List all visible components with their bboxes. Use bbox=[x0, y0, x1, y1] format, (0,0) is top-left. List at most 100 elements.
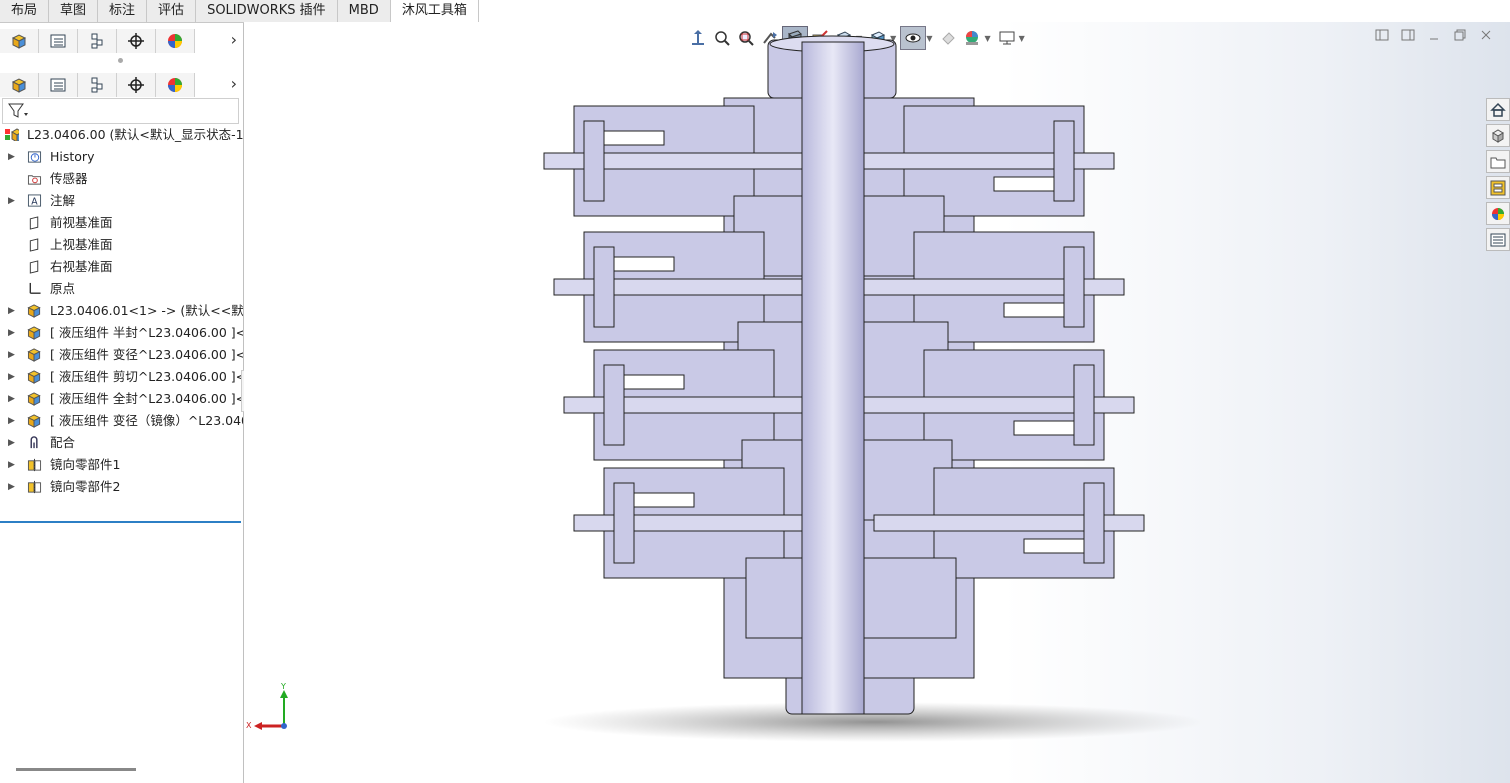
slot-right bbox=[1013, 420, 1075, 436]
tab-evaluate[interactable]: 评估 bbox=[147, 0, 197, 22]
tab-addins[interactable]: SOLIDWORKS 插件 bbox=[196, 0, 338, 22]
end-cap-left bbox=[583, 120, 605, 202]
tree-item[interactable]: 传感器 bbox=[0, 168, 243, 190]
filter-icon[interactable] bbox=[7, 101, 31, 121]
crosshair-icon bbox=[128, 33, 144, 49]
display-manager-tab[interactable] bbox=[156, 29, 195, 53]
tree-item[interactable]: ▶ History bbox=[0, 146, 243, 168]
tree-item[interactable]: ▶ [ 液压组件 剪切^L23.0406.00 ]<2> bbox=[0, 366, 243, 388]
model-render[interactable]: Y X bbox=[244, 22, 1510, 783]
subassembly-icon bbox=[27, 392, 41, 406]
tree-filter-box[interactable] bbox=[2, 98, 239, 124]
tab-layout[interactable]: 布局 bbox=[0, 0, 50, 22]
chevron-right-icon[interactable]: ▶ bbox=[8, 322, 15, 344]
tree-item[interactable]: ▶ [ 液压组件 全封^L23.0406.00 ]<2 bbox=[0, 388, 243, 410]
tree-item[interactable]: ▶ [ 液压组件 变径^L23.0406.00 ]<1 bbox=[0, 344, 243, 366]
slot-left bbox=[623, 374, 685, 390]
tree-item[interactable]: 右视基准面 bbox=[0, 256, 243, 278]
property-manager-tab-2[interactable] bbox=[39, 73, 78, 97]
tree-root[interactable]: L23.0406.00 (默认<默认_显示状态-1>) bbox=[0, 124, 243, 146]
tab-mufeng-toolbox[interactable]: 沐风工具箱 bbox=[390, 0, 479, 23]
subassembly-icon bbox=[27, 370, 41, 384]
tab-sketch[interactable]: 草图 bbox=[49, 0, 99, 22]
chevron-right-icon[interactable]: › bbox=[231, 74, 237, 93]
configuration-manager-tab-2[interactable] bbox=[78, 73, 117, 97]
appearance-ball-icon bbox=[168, 78, 182, 92]
tree-item-label: 注解 bbox=[50, 193, 76, 208]
chevron-right-icon[interactable]: ▶ bbox=[8, 388, 15, 410]
svg-text:A: A bbox=[31, 196, 38, 207]
tree-item[interactable]: ▶ [ 液压组件 变径（镜像）^L23.040 bbox=[0, 410, 243, 432]
chevron-right-icon[interactable]: ▶ bbox=[8, 146, 15, 168]
tree-item[interactable]: 上视基准面 bbox=[0, 234, 243, 256]
chevron-right-icon[interactable]: ▶ bbox=[8, 476, 15, 498]
plane-icon bbox=[29, 260, 39, 274]
chevron-right-icon[interactable]: ▶ bbox=[8, 432, 15, 454]
dimxpert-tab[interactable] bbox=[117, 29, 156, 53]
tree-item-label: [ 液压组件 变径（镜像）^L23.040 bbox=[50, 413, 243, 428]
display-manager-tab-2[interactable] bbox=[156, 73, 195, 97]
tree-item[interactable]: ▶ [ 液压组件 半封^L23.0406.00 ]<1> bbox=[0, 322, 243, 344]
property-manager-tab[interactable] bbox=[39, 29, 78, 53]
history-icon bbox=[27, 151, 42, 163]
plane-icon bbox=[29, 216, 39, 230]
dimxpert-tab-2[interactable] bbox=[117, 73, 156, 97]
chevron-right-icon[interactable]: ▶ bbox=[8, 454, 15, 476]
configuration-icon bbox=[91, 77, 103, 93]
end-cap-left bbox=[613, 482, 635, 564]
end-cap-right bbox=[1053, 120, 1075, 202]
appearance-ball-icon bbox=[168, 34, 182, 48]
property-list-icon bbox=[50, 78, 66, 92]
coordinate-triad: Y X bbox=[246, 682, 288, 730]
chevron-right-icon[interactable]: ▶ bbox=[8, 190, 15, 212]
feature-manager-panel: › › L23.0406.00 (默认<默认_显示状态-1>) ▶ History… bbox=[0, 23, 244, 783]
tree-item-label: 传感器 bbox=[50, 171, 88, 186]
tree-item[interactable]: ▶ L23.0406.01<1> -> (默认<<默认> bbox=[0, 300, 243, 322]
subassembly-icon bbox=[27, 348, 41, 362]
plane-icon bbox=[29, 238, 39, 252]
chevron-right-icon[interactable]: ▶ bbox=[8, 300, 15, 322]
tree-root-label: L23.0406.00 (默认<默认_显示状态-1>) bbox=[27, 127, 243, 142]
tree-item[interactable]: 前视基准面 bbox=[0, 212, 243, 234]
subassembly-icon bbox=[27, 414, 41, 428]
assembly-icon bbox=[11, 34, 27, 49]
tree-bottom-divider bbox=[0, 521, 241, 523]
sensors-folder-icon bbox=[27, 175, 42, 185]
chevron-right-icon[interactable]: › bbox=[231, 30, 237, 49]
tree-item-label: L23.0406.01<1> -> (默认<<默认> bbox=[50, 303, 243, 318]
triad-y-label: Y bbox=[280, 682, 286, 691]
tree-item-label: 镜向零部件2 bbox=[50, 479, 121, 494]
tree-item[interactable]: ▶ A 注解 bbox=[0, 190, 243, 212]
triad-x-label: X bbox=[246, 721, 252, 730]
assembly-icon bbox=[11, 78, 27, 93]
tab-markup[interactable]: 标注 bbox=[98, 0, 148, 22]
feature-manager-tab-2[interactable] bbox=[0, 73, 39, 97]
chevron-right-icon[interactable]: ▶ bbox=[8, 366, 15, 388]
slot-right bbox=[993, 176, 1055, 192]
central-bore bbox=[801, 41, 865, 715]
feature-manager-tab[interactable] bbox=[0, 29, 39, 53]
graphics-area[interactable]: ▼ ▼ ▼ ▼ ▼ bbox=[244, 22, 1510, 783]
crosshair-icon bbox=[128, 77, 144, 93]
tree-item[interactable]: ▶ 配合 bbox=[0, 432, 243, 454]
chevron-right-icon[interactable]: ▶ bbox=[8, 410, 15, 432]
tree-item[interactable]: ▶ 镜向零部件2 bbox=[0, 476, 243, 498]
configuration-manager-tab[interactable] bbox=[78, 29, 117, 53]
tab-mbd[interactable]: MBD bbox=[337, 0, 391, 22]
slot-right bbox=[1023, 538, 1085, 554]
end-cap-left bbox=[593, 246, 615, 328]
mirror-component-icon bbox=[27, 458, 42, 472]
panel-splitter-grip[interactable] bbox=[118, 58, 123, 63]
tree-item[interactable]: 原点 bbox=[0, 278, 243, 300]
tree-item-label: [ 液压组件 变径^L23.0406.00 ]<1 bbox=[50, 347, 243, 362]
origin-icon bbox=[29, 282, 41, 294]
tree-item-label: History bbox=[50, 149, 95, 164]
horizontal-scrollbar[interactable] bbox=[16, 768, 136, 771]
tree-item[interactable]: ▶ 镜向零部件1 bbox=[0, 454, 243, 476]
tree-item-label: 右视基准面 bbox=[50, 259, 113, 274]
tree-item-label: 配合 bbox=[50, 435, 76, 450]
end-cap-right bbox=[1073, 364, 1095, 446]
chevron-right-icon[interactable]: ▶ bbox=[8, 344, 15, 366]
tree-item-label: 上视基准面 bbox=[50, 237, 113, 252]
command-tabs: 布局 草图 标注 评估 SOLIDWORKS 插件 MBD 沐风工具箱 bbox=[0, 0, 479, 23]
